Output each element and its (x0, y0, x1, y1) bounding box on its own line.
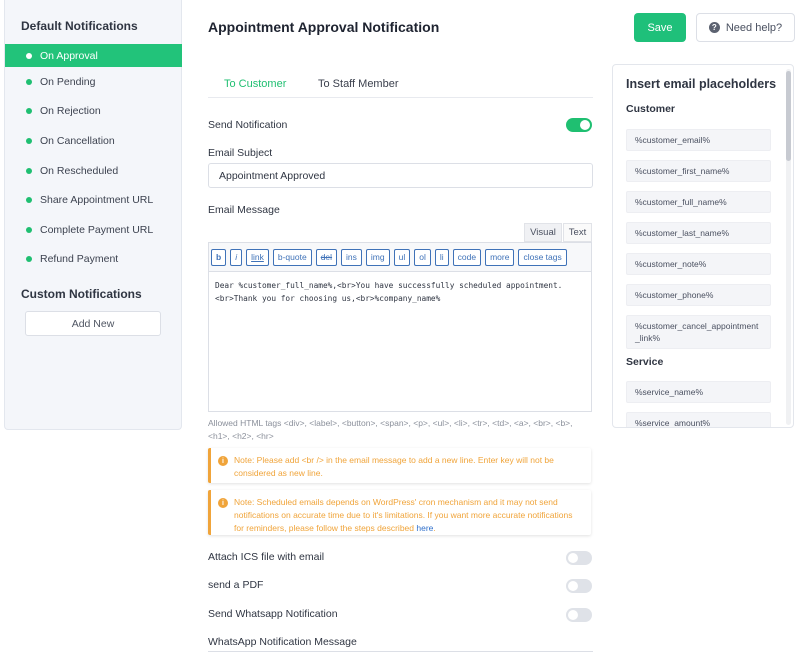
question-circle-icon: ? (708, 22, 720, 33)
placeholder-item[interactable]: %service_name% (626, 381, 771, 403)
info-icon: i (218, 456, 228, 466)
recipient-tabs: To Customer To Staff Member (208, 70, 593, 98)
note-body: Note: Scheduled emails depends on WordPr… (234, 497, 573, 533)
status-dot-icon (26, 137, 32, 144)
status-dot-icon (26, 197, 32, 204)
img-button[interactable]: img (365, 248, 390, 266)
blockquote-button[interactable]: b-quote (272, 248, 312, 266)
sidebar-item-label: On Rejection (40, 105, 101, 118)
status-dot-icon (26, 78, 32, 85)
ol-button[interactable]: ol (414, 248, 431, 266)
status-dot-icon (26, 108, 32, 115)
sidebar-item-label: On Pending (40, 75, 96, 88)
sidebar-item-on-rejection[interactable]: On Rejection (5, 97, 182, 127)
tab-to-customer[interactable]: To Customer (224, 78, 286, 90)
send-whatsapp-label: Send Whatsapp Notification (208, 608, 338, 620)
email-subject-input[interactable]: Appointment Approved (208, 163, 593, 188)
need-help-button[interactable]: ? Need help? (696, 13, 795, 42)
text-mode-tab[interactable]: Text (563, 223, 592, 242)
need-help-label: Need help? (725, 21, 783, 34)
send-notification-label: Send Notification (208, 119, 288, 131)
close-tags-button[interactable]: close tags (518, 248, 567, 266)
status-dot-icon (26, 52, 32, 59)
placeholder-item[interactable]: %customer_full_name% (626, 191, 771, 213)
send-pdf-label: send a PDF (208, 579, 264, 591)
default-notifications-heading: Default Notifications (21, 19, 138, 33)
placeholder-item[interactable]: %customer_note% (626, 253, 771, 275)
sidebar-item-label: On Rescheduled (40, 164, 119, 177)
visual-mode-tab[interactable]: Visual (524, 223, 562, 242)
whatsapp-message-label: WhatsApp Notification Message (208, 636, 357, 648)
status-dot-icon (26, 226, 32, 233)
link-button[interactable]: link (246, 248, 269, 266)
sidebar-item-on-pending[interactable]: On Pending (5, 67, 182, 97)
ul-button[interactable]: ul (393, 248, 411, 266)
info-icon: i (218, 498, 228, 508)
here-link[interactable]: here (416, 523, 433, 533)
toggle-knob (580, 120, 590, 130)
note-text: Note: Please add <br /> in the email mes… (234, 455, 554, 478)
send-pdf-toggle[interactable] (566, 579, 592, 593)
service-group-heading: Service (626, 356, 664, 368)
page-title: Appointment Approval Notification (208, 19, 440, 35)
placeholder-item[interactable]: %customer_phone% (626, 284, 771, 306)
placeholder-panel: Insert email placeholders Customer %cust… (612, 64, 794, 428)
add-new-button[interactable]: Add New (25, 311, 161, 336)
sidebar-item-complete-payment-url[interactable]: Complete Payment URL (5, 215, 182, 245)
code-button[interactable]: code (452, 248, 482, 266)
bold-button[interactable]: b (211, 248, 227, 266)
sidebar-item-label: Complete Payment URL (40, 223, 154, 236)
placeholder-scrollbar-thumb[interactable] (786, 71, 791, 161)
placeholder-item[interactable]: %service_amount% (626, 412, 771, 427)
customer-group-heading: Customer (626, 103, 676, 115)
placeholder-item[interactable]: %customer_cancel_appointment_link% (626, 315, 771, 349)
note-text: Note: Scheduled emails depends on WordPr… (234, 496, 583, 533)
sidebar-item-on-rescheduled[interactable]: On Rescheduled (5, 156, 182, 186)
sidebar-item-label: On Cancellation (40, 134, 115, 147)
sidebar-item-label: On Approval (40, 49, 98, 62)
status-dot-icon (26, 167, 32, 174)
email-subject-label: Email Subject (208, 147, 273, 159)
status-dot-icon (26, 256, 32, 263)
editor-toolbar: b i link b-quote del ins img ul ol li co… (208, 242, 592, 272)
custom-notifications-heading: Custom Notifications (21, 287, 142, 301)
default-notifications-list: On Approval On Pending On Rejection On C… (5, 44, 182, 274)
email-message-textarea[interactable]: Dear %customer_full_name%,<br>You have s… (208, 272, 592, 412)
ins-button[interactable]: ins (341, 248, 362, 266)
italic-button[interactable]: i (230, 248, 243, 266)
sidebar-item-label: Share Appointment URL (40, 194, 154, 207)
send-whatsapp-toggle[interactable] (566, 608, 592, 622)
sidebar-item-share-appointment-url[interactable]: Share Appointment URL (5, 185, 182, 215)
email-message-label: Email Message (208, 204, 280, 216)
li-button[interactable]: li (434, 248, 449, 266)
allowed-tags-hint: Allowed HTML tags <div>, <label>, <butto… (208, 418, 573, 441)
placeholder-item[interactable]: %customer_email% (626, 129, 771, 151)
del-button[interactable]: del (315, 248, 338, 266)
more-button[interactable]: more (485, 248, 515, 266)
line-break-note: i Note: Please add <br /> in the email m… (208, 448, 591, 483)
toggle-knob (568, 581, 578, 591)
save-button[interactable]: Save (634, 13, 686, 42)
placeholder-panel-title: Insert email placeholders (626, 77, 777, 91)
send-notification-toggle[interactable] (566, 118, 592, 132)
toggle-knob (568, 553, 578, 563)
sidebar-item-on-approval[interactable]: On Approval (5, 44, 182, 67)
attach-ics-toggle[interactable] (566, 551, 592, 565)
note-end: . (433, 523, 436, 533)
sidebar-item-on-cancellation[interactable]: On Cancellation (5, 126, 182, 156)
tab-to-staff-member[interactable]: To Staff Member (318, 78, 399, 90)
sidebar-item-label: Refund Payment (40, 253, 119, 266)
notifications-sidebar: Default Notifications On Approval On Pen… (4, 0, 182, 430)
toggle-knob (568, 610, 578, 620)
placeholder-item[interactable]: %customer_last_name% (626, 222, 771, 244)
cron-note: i Note: Scheduled emails depends on Word… (208, 490, 591, 535)
sidebar-item-refund-payment[interactable]: Refund Payment (5, 245, 182, 275)
attach-ics-label: Attach ICS file with email (208, 551, 325, 563)
placeholder-item[interactable]: %customer_first_name% (626, 160, 771, 182)
